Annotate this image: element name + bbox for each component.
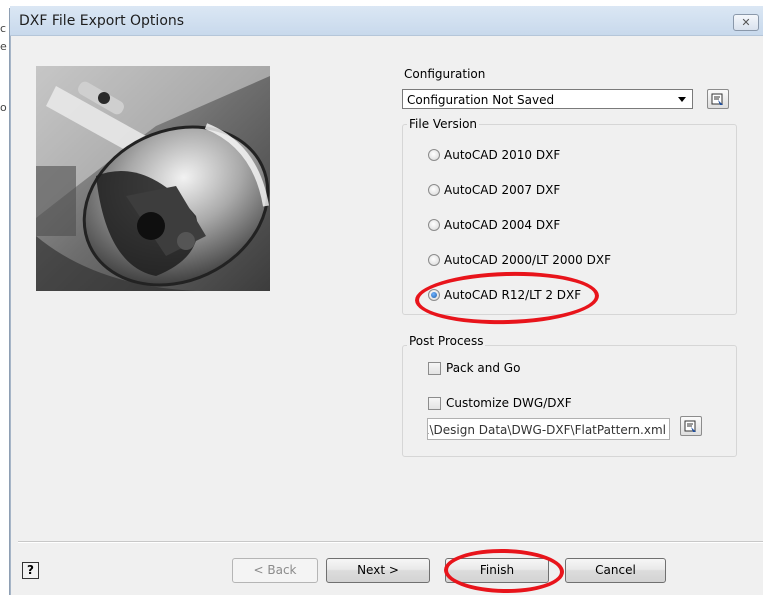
dialog-title: DXF File Export Options <box>19 13 185 29</box>
customize-dwg-dxf-checkbox[interactable] <box>428 397 441 410</box>
browse-icon <box>684 420 696 432</box>
radio-label-autocad-2000: AutoCAD 2000/LT 2000 DXF <box>444 253 611 267</box>
edge-char: o <box>0 101 7 114</box>
radio-label-autocad-2010: AutoCAD 2010 DXF <box>444 148 561 162</box>
radio-autocad-2004[interactable] <box>428 219 440 231</box>
pack-and-go-checkbox[interactable] <box>428 362 441 375</box>
background-window-edge: c e o <box>0 0 10 595</box>
dropdown-arrow-icon <box>678 97 686 102</box>
close-icon: ✕ <box>741 16 751 29</box>
help-button[interactable]: ? <box>22 562 39 579</box>
configuration-browse-button[interactable] <box>707 89 729 109</box>
file-version-title: File Version <box>407 117 480 131</box>
post-process-title: Post Process <box>407 334 486 348</box>
xml-path-value: 2011\Design Data\DWG-DXF\FlatPattern.xml <box>428 423 666 437</box>
edge-char: c <box>0 22 7 35</box>
xml-path-field[interactable]: 2011\Design Data\DWG-DXF\FlatPattern.xml <box>427 418 670 440</box>
customize-dwg-dxf-label: Customize DWG/DXF <box>446 396 572 410</box>
configuration-select[interactable]: Configuration Not Saved <box>402 89 693 109</box>
pack-and-go-label: Pack and Go <box>446 361 521 375</box>
close-button[interactable]: ✕ <box>733 14 759 31</box>
radio-autocad-2000[interactable] <box>428 254 440 266</box>
configuration-label: Configuration <box>404 67 486 81</box>
preview-image <box>36 66 270 291</box>
footer-separator <box>18 541 763 543</box>
help-icon: ? <box>27 563 34 577</box>
edge-char: e <box>0 40 7 53</box>
radio-autocad-2007[interactable] <box>428 184 440 196</box>
cancel-button[interactable]: Cancel <box>565 558 666 583</box>
browse-icon <box>711 93 723 105</box>
radio-label-autocad-2004: AutoCAD 2004 DXF <box>444 218 561 232</box>
configuration-value: Configuration Not Saved <box>407 93 555 107</box>
xml-browse-button[interactable] <box>680 416 702 436</box>
radio-label-autocad-2007: AutoCAD 2007 DXF <box>444 183 561 197</box>
next-button[interactable]: Next > <box>326 558 430 583</box>
radio-autocad-2010[interactable] <box>428 149 440 161</box>
back-button[interactable]: < Back <box>232 558 318 583</box>
